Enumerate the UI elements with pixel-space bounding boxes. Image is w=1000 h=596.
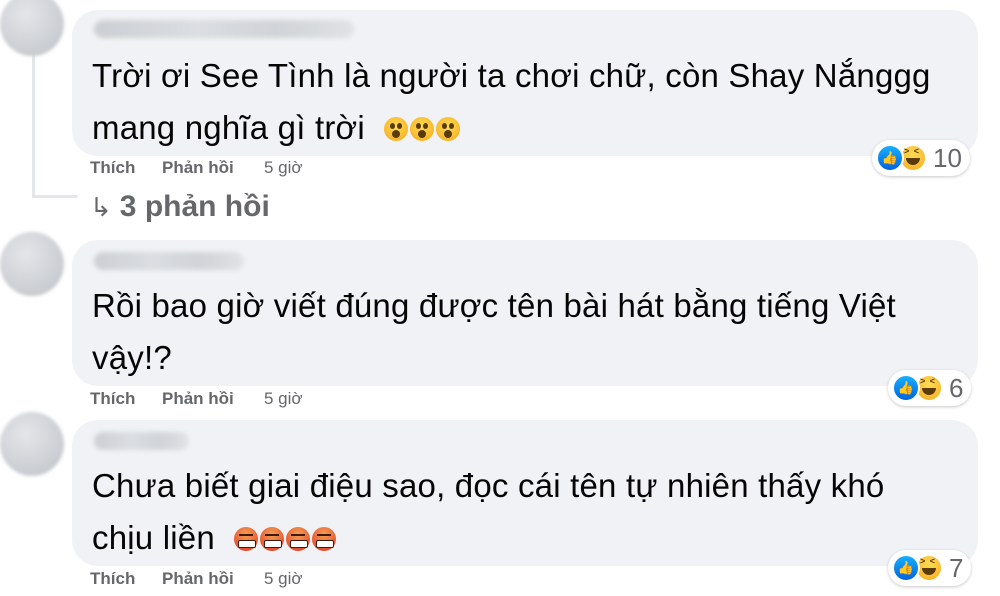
comment-text-line: Trời ơi See Tình là người ta chơi chữ, c… xyxy=(92,57,931,94)
replies-count-label: 3 phản hồi xyxy=(119,190,270,223)
comment-actions: Thích Phản hồi 5 giờ xyxy=(90,158,390,182)
author-name-blurred[interactable] xyxy=(94,252,244,270)
thread-connector-branch xyxy=(32,195,78,198)
comment-thread: Trời ơi See Tình là người ta chơi chữ, c… xyxy=(0,0,1000,596)
reactions-summary[interactable]: 👍 6 xyxy=(888,370,972,406)
comment-actions: Thích Phản hồi 5 giờ xyxy=(90,389,390,413)
wow-emoji xyxy=(384,117,409,141)
comment-text-line: mang nghĩa gì trời xyxy=(92,102,462,154)
like-icon: 👍 xyxy=(892,554,920,582)
comment-timestamp[interactable]: 5 giờ xyxy=(264,569,303,589)
reply-action[interactable]: Phản hồi xyxy=(162,569,234,589)
angry-emoji xyxy=(312,527,337,551)
comment-bubble: Chưa biết giai điệu sao, đọc cái tên tự … xyxy=(72,420,978,566)
like-action[interactable]: Thích xyxy=(90,569,135,589)
angry-emoji xyxy=(286,527,311,551)
wow-emoji xyxy=(436,117,461,141)
angry-emoji xyxy=(260,527,285,551)
avatar[interactable] xyxy=(0,0,64,56)
avatar[interactable] xyxy=(0,412,64,476)
reply-arrow-icon: ↳ xyxy=(90,192,112,222)
reply-action[interactable]: Phản hồi xyxy=(162,158,234,178)
comment-text-fragment: chịu liền xyxy=(92,519,215,556)
like-icon: 👍 xyxy=(892,374,920,402)
thread-connector-line xyxy=(32,50,35,198)
reaction-count: 6 xyxy=(949,372,964,403)
comment-bubble: Trời ơi See Tình là người ta chơi chữ, c… xyxy=(72,10,978,156)
reaction-count: 10 xyxy=(933,142,962,173)
comment-text-fragment: mang nghĩa gì trời xyxy=(92,109,365,146)
wow-emoji xyxy=(410,117,435,141)
comment-bubble: Rồi bao giờ viết đúng được tên bài hát b… xyxy=(72,240,978,386)
reply-action[interactable]: Phản hồi xyxy=(162,389,234,409)
like-action[interactable]: Thích xyxy=(90,389,135,409)
reaction-count: 7 xyxy=(949,552,964,583)
comment-text-line: Chưa biết giai điệu sao, đọc cái tên tự … xyxy=(92,467,885,504)
comment-text-line: vậy!? xyxy=(92,339,172,376)
comment-actions: Thích Phản hồi 5 giờ xyxy=(90,569,390,593)
author-name-blurred[interactable] xyxy=(94,432,189,450)
angry-emoji xyxy=(234,527,259,551)
view-replies-link[interactable]: ↳ 3 phản hồi xyxy=(90,190,270,224)
like-action[interactable]: Thích xyxy=(90,158,135,178)
comment-timestamp[interactable]: 5 giờ xyxy=(264,158,303,178)
like-icon: 👍 xyxy=(876,144,904,172)
comment-text-line: Rồi bao giờ viết đúng được tên bài hát b… xyxy=(92,287,896,324)
reactions-summary[interactable]: 👍 10 xyxy=(872,140,970,176)
comment-text-line: chịu liền xyxy=(92,512,338,564)
avatar[interactable] xyxy=(0,232,64,296)
author-name-blurred[interactable] xyxy=(94,20,354,38)
comment-timestamp[interactable]: 5 giờ xyxy=(264,389,303,409)
reactions-summary[interactable]: 👍 7 xyxy=(888,550,972,586)
